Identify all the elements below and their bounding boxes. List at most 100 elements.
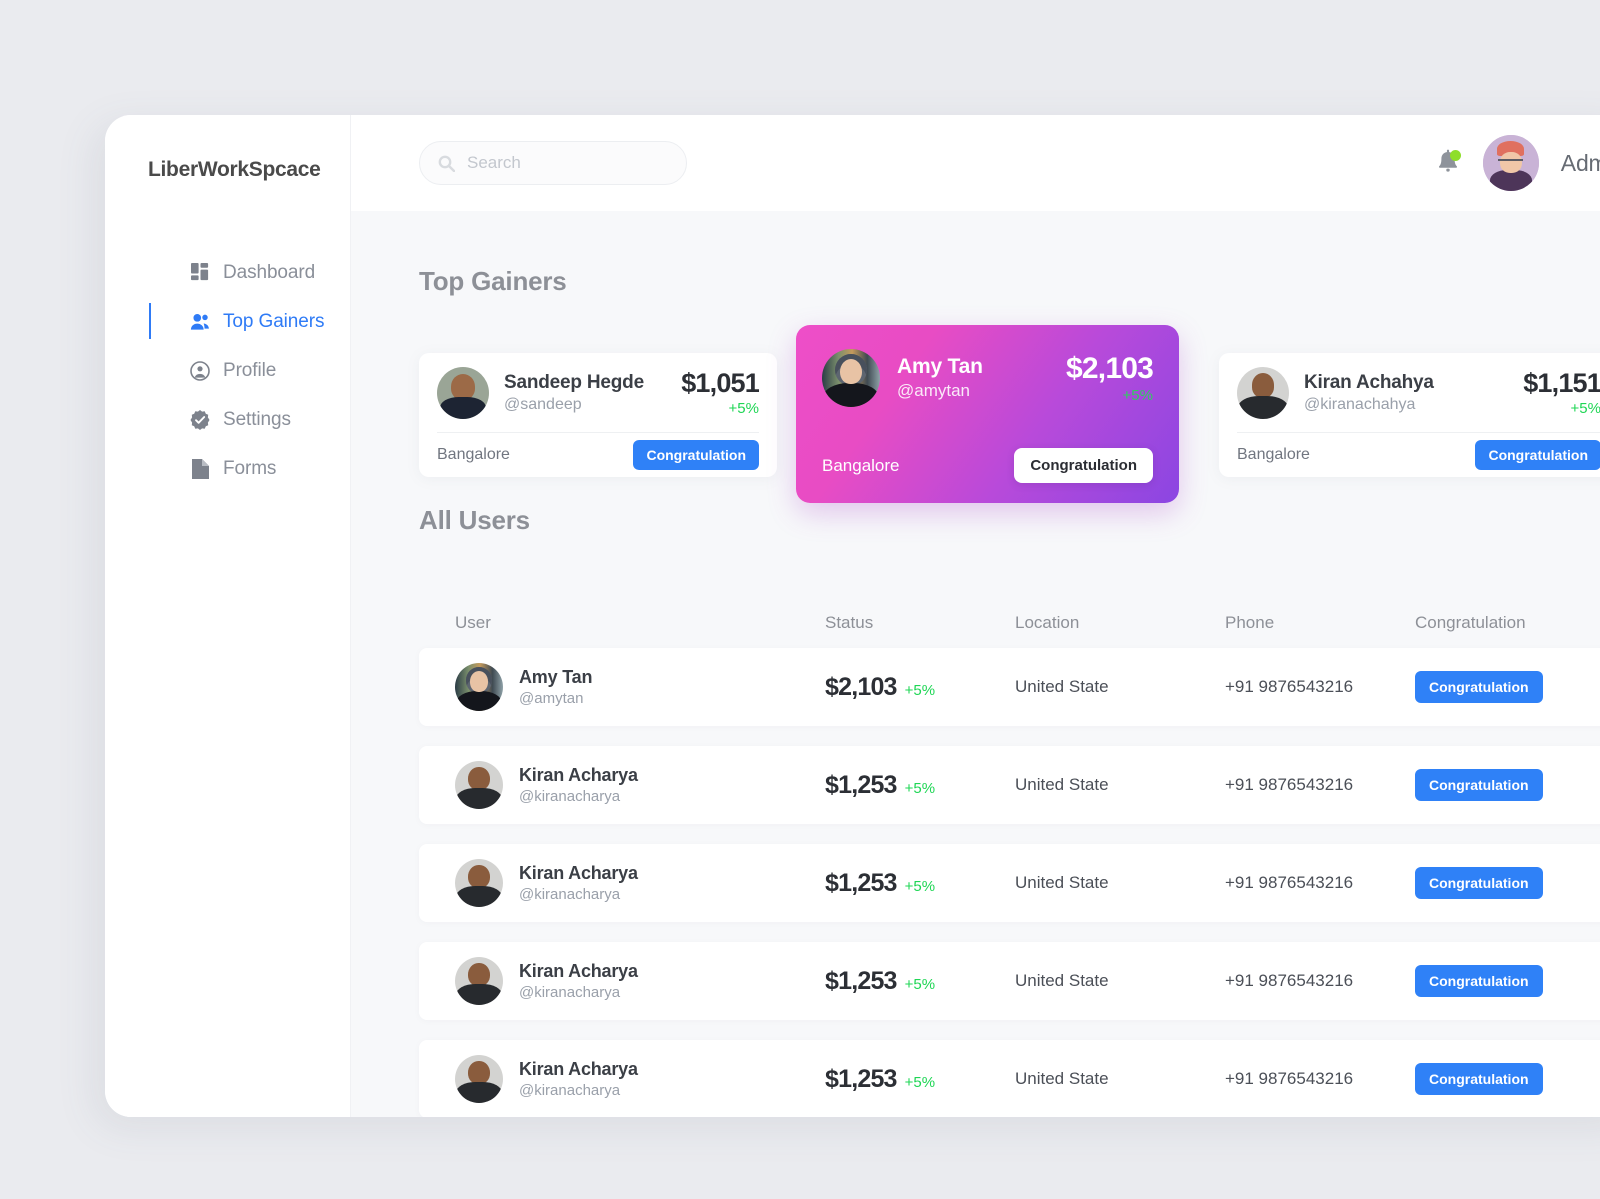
avatar	[455, 957, 503, 1005]
user-change: +5%	[904, 975, 936, 993]
congratulation-button[interactable]: Congratulation	[1415, 671, 1543, 703]
sidebar-item-label: Settings	[223, 408, 291, 430]
search-input[interactable]	[467, 153, 668, 173]
user-amount: $1,253	[825, 1064, 897, 1093]
topbar-right: Admin	[1435, 115, 1600, 211]
users-icon	[190, 312, 210, 332]
user-phone: +91 9876543216	[1225, 971, 1354, 990]
sidebar-item-top-gainers[interactable]: Top Gainers	[105, 297, 350, 346]
table-header-row: User Status Location Phone Congratulatio…	[419, 598, 1600, 648]
user-phone: +91 9876543216	[1225, 775, 1354, 794]
top-gainers-cards: Sandeep Hegde @sandeep $1,051 +5% Bangal…	[419, 325, 1600, 505]
congratulation-button[interactable]: Congratulation	[1475, 439, 1600, 470]
user-location: United State	[1015, 873, 1109, 892]
user-phone: +91 9876543216	[1225, 873, 1354, 892]
column-header-user: User	[455, 613, 491, 632]
gainer-card-featured[interactable]: Amy Tan @amytan $2,103 +5% Bangalore Con…	[796, 325, 1179, 503]
user-change: +5%	[904, 681, 936, 699]
user-handle: @kiranacharya	[519, 788, 621, 805]
avatar[interactable]	[1482, 135, 1539, 191]
user-location: United State	[1015, 971, 1109, 990]
user-phone: +91 9876543216	[1225, 677, 1354, 696]
gainer-location: Bangalore	[437, 445, 510, 463]
congratulation-button[interactable]: Congratulation	[1014, 448, 1153, 483]
sidebar-item-label: Top Gainers	[223, 310, 325, 332]
table-row[interactable]: Kiran Acharya @kiranacharya $1,253 +5% Un…	[419, 1040, 1600, 1117]
congratulation-button[interactable]: Congratulation	[1415, 867, 1543, 899]
table-row[interactable]: Kiran Acharya @kiranacharya $1,253 +5% Un…	[419, 844, 1600, 922]
gainer-amount: $2,103	[1066, 352, 1154, 385]
user-amount: $1,253	[825, 966, 897, 995]
sidebar: LiberWorkSpcace Dashboard Top Gainers Pr…	[105, 115, 351, 1117]
congratulation-button[interactable]: Congratulation	[633, 439, 759, 470]
user-handle: @kiranacharya	[519, 886, 621, 903]
search-icon	[438, 155, 455, 172]
user-location: United State	[1015, 775, 1109, 794]
user-change: +5%	[904, 877, 936, 895]
admin-label: Admin	[1560, 149, 1600, 176]
top-gainers-title: Top Gainers	[419, 266, 567, 296]
avatar	[1237, 366, 1289, 419]
content-area: Top Gainers Sandeep Hegde @sandeep $1,05…	[351, 211, 1600, 1117]
gainer-amount: $1,051	[681, 368, 760, 398]
sidebar-nav: Dashboard Top Gainers Profile Settings F…	[105, 248, 350, 493]
user-handle: @amytan	[519, 690, 584, 707]
avatar	[455, 859, 503, 907]
bell-icon[interactable]	[1435, 149, 1461, 177]
user-change: +5%	[904, 1073, 936, 1091]
avatar	[455, 663, 503, 711]
sidebar-item-settings[interactable]: Settings	[105, 395, 350, 444]
gainer-name: Amy Tan	[897, 355, 983, 378]
topbar: Admin	[351, 115, 1600, 211]
settings-icon	[190, 409, 210, 430]
main-panel: Admin Top Gainers Sandeep Hegde @sandeep	[351, 115, 1600, 1117]
user-name: Kiran Acharya	[519, 961, 638, 981]
sidebar-item-label: Forms	[223, 457, 277, 479]
congratulation-button[interactable]: Congratulation	[1415, 769, 1543, 801]
user-handle: @kiranacharya	[519, 1082, 621, 1099]
user-amount: $2,103	[825, 672, 897, 701]
users-table: User Status Location Phone Congratulatio…	[419, 598, 1600, 1117]
gainer-name: Sandeep Hegde	[504, 371, 644, 393]
congratulation-button[interactable]: Congratulation	[1415, 1063, 1543, 1095]
sidebar-item-label: Profile	[223, 359, 277, 381]
document-icon	[190, 458, 210, 479]
gainer-location: Bangalore	[1237, 445, 1310, 463]
gainer-card[interactable]: Kiran Achahya @kiranachahya $1,151 +5% B…	[1219, 353, 1600, 477]
avatar	[822, 349, 880, 407]
app-window: LiberWorkSpcace Dashboard Top Gainers Pr…	[105, 115, 1600, 1117]
gainer-location: Bangalore	[822, 455, 900, 475]
sidebar-item-profile[interactable]: Profile	[105, 346, 350, 395]
search-box[interactable]	[419, 141, 687, 185]
user-name: Kiran Acharya	[519, 1059, 638, 1079]
column-header-congratulation: Congratulation	[1415, 613, 1526, 632]
gainer-handle: @amytan	[897, 381, 971, 400]
gainer-card[interactable]: Sandeep Hegde @sandeep $1,051 +5% Bangal…	[419, 353, 777, 477]
gainer-change: +5%	[1570, 400, 1600, 417]
brand-logo: LiberWorkSpcace	[148, 158, 321, 181]
notification-dot	[1449, 150, 1461, 161]
avatar	[437, 366, 489, 419]
table-row[interactable]: Kiran Acharya @kiranacharya $1,253 +5% Un…	[419, 942, 1600, 1020]
congratulation-button[interactable]: Congratulation	[1415, 965, 1543, 997]
table-row[interactable]: Amy Tan @amytan $2,103 +5% United State +…	[419, 648, 1600, 726]
gainer-amount: $1,151	[1523, 368, 1600, 398]
user-amount: $1,253	[825, 868, 897, 897]
gainer-change: +5%	[1122, 387, 1153, 404]
avatar	[455, 1055, 503, 1103]
column-header-phone: Phone	[1225, 613, 1275, 632]
user-name: Amy Tan	[519, 667, 593, 687]
gainer-change: +5%	[728, 400, 759, 417]
gainer-name: Kiran Achahya	[1304, 371, 1434, 393]
column-header-status: Status	[825, 613, 874, 632]
table-row[interactable]: Kiran Acharya @kiranacharya $1,253 +5% Un…	[419, 746, 1600, 824]
sidebar-item-forms[interactable]: Forms	[105, 444, 350, 493]
user-handle: @kiranacharya	[519, 984, 621, 1001]
sidebar-item-dashboard[interactable]: Dashboard	[105, 248, 350, 297]
user-amount: $1,253	[825, 770, 897, 799]
user-location: United State	[1015, 677, 1109, 696]
all-users-title: All Users	[419, 505, 530, 535]
dashboard-icon	[190, 263, 210, 283]
avatar	[455, 761, 503, 809]
user-name: Kiran Acharya	[519, 765, 638, 785]
